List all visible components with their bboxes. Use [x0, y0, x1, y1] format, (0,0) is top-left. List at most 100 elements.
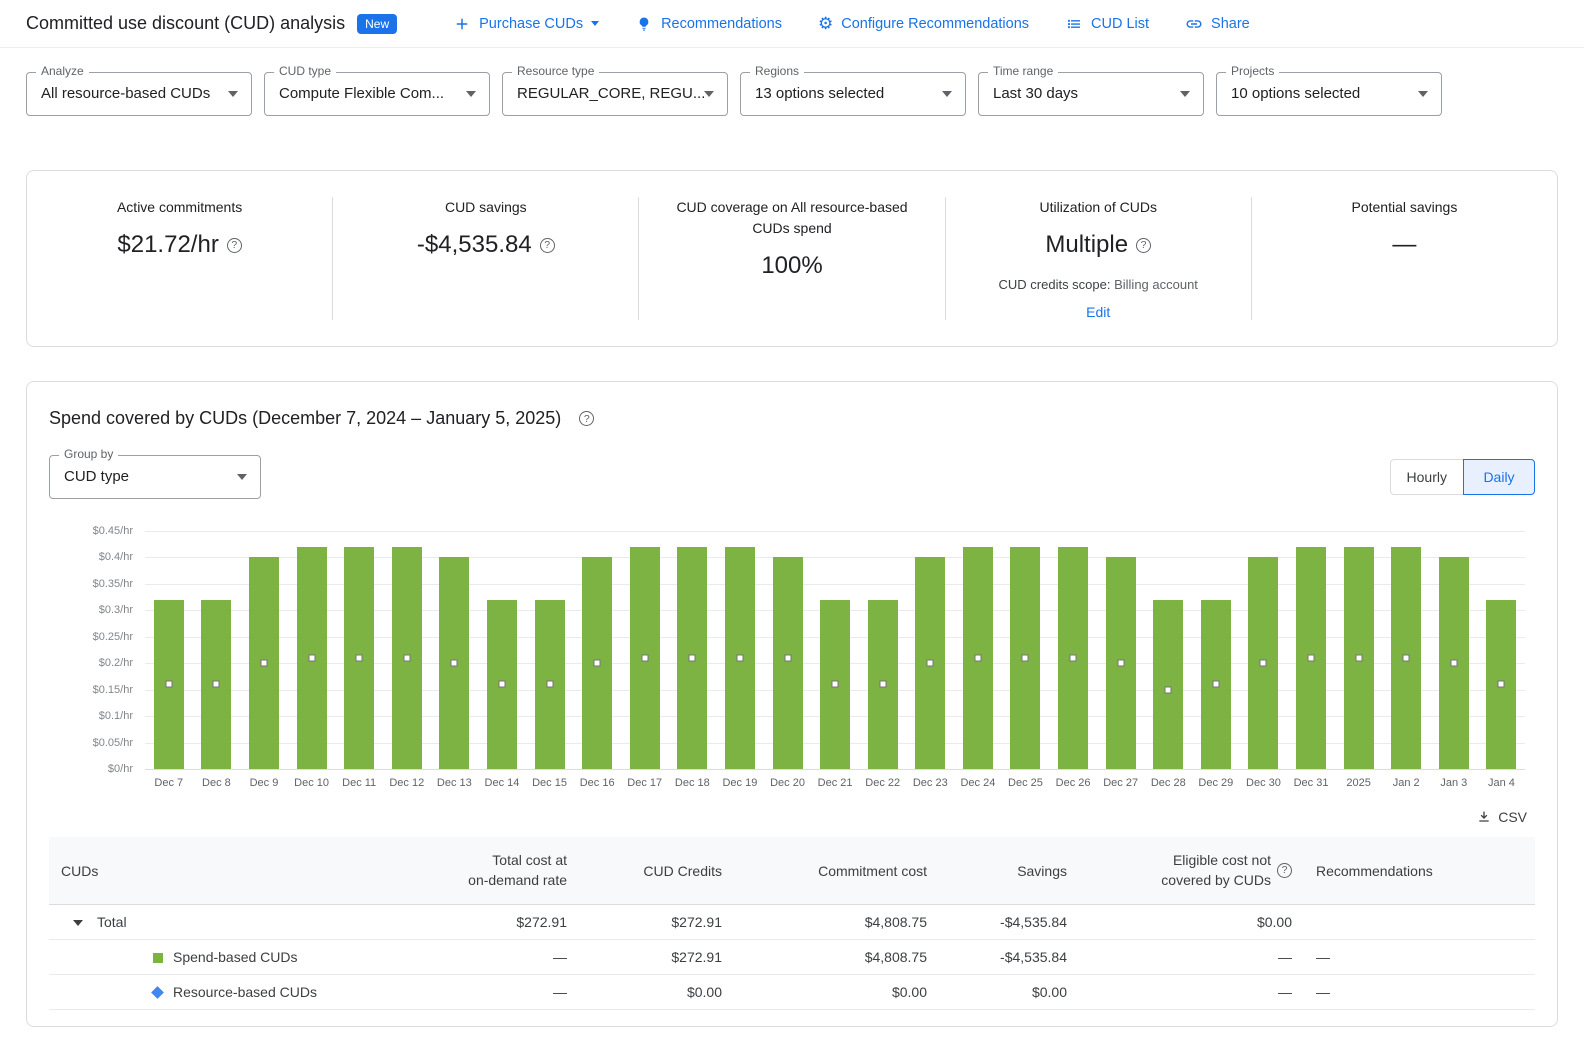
bar-dec-29[interactable]	[1192, 531, 1240, 769]
help-icon[interactable]	[1277, 863, 1292, 878]
x-tick-label: Dec 17	[621, 777, 669, 789]
group-by-select[interactable]: Group by CUD type	[49, 455, 261, 499]
bar-jan-2[interactable]	[1382, 531, 1430, 769]
bar-dec-12[interactable]	[383, 531, 431, 769]
cell: $272.91	[579, 904, 734, 939]
csv-row: CSV	[49, 805, 1535, 829]
row-label-cell: Spend-based CUDs	[49, 939, 429, 974]
column-header-total-cost-at: Total cost at on-demand rate	[429, 837, 579, 904]
filter-regions[interactable]: Regions13 options selected	[740, 72, 966, 116]
filter-bar: AnalyzeAll resource-based CUDs CUD typeCo…	[0, 48, 1584, 128]
x-tick-label: Jan 3	[1430, 777, 1478, 789]
bar-dec-7[interactable]	[145, 531, 193, 769]
x-tick-label: Dec 30	[1240, 777, 1288, 789]
point-marker	[1117, 660, 1124, 667]
cell: $272.91	[579, 939, 734, 974]
list-icon	[1065, 15, 1083, 33]
cell: $0.00	[939, 974, 1079, 1009]
point-marker	[736, 654, 743, 661]
cell: $0.00	[1079, 904, 1304, 939]
bar-dec-11[interactable]	[335, 531, 383, 769]
download-csv-button[interactable]: CSV	[1468, 805, 1535, 829]
bar-dec-27[interactable]	[1097, 531, 1145, 769]
bar-dec-16[interactable]	[573, 531, 621, 769]
lightbulb-icon	[635, 15, 653, 33]
action-purchase-cuds[interactable]: Purchase CUDs	[453, 15, 599, 33]
x-tick-label: Dec 28	[1144, 777, 1192, 789]
point-marker	[260, 660, 267, 667]
bar-dec-31[interactable]	[1287, 531, 1335, 769]
summary-value-row: $21.72/hr	[117, 231, 241, 259]
bar-dec-21[interactable]	[811, 531, 859, 769]
bar-dec-9[interactable]	[240, 531, 288, 769]
edit-link[interactable]: Edit	[1086, 304, 1110, 320]
help-icon[interactable]	[540, 238, 555, 253]
bar-dec-19[interactable]	[716, 531, 764, 769]
gear-icon: ⚙	[818, 15, 833, 32]
bar-dec-23[interactable]	[907, 531, 955, 769]
toggle-daily[interactable]: Daily	[1463, 459, 1535, 495]
bar-dec-24[interactable]	[954, 531, 1002, 769]
bar-dec-25[interactable]	[1002, 531, 1050, 769]
bar-dec-15[interactable]	[526, 531, 574, 769]
row-label-cell: Resource-based CUDs	[49, 974, 429, 1009]
point-marker	[403, 654, 410, 661]
bar-jan-3[interactable]	[1430, 531, 1478, 769]
bar-dec-28[interactable]	[1144, 531, 1192, 769]
toggle-hourly[interactable]: Hourly	[1390, 459, 1464, 495]
bar-dec-13[interactable]	[431, 531, 479, 769]
x-tick-label: Dec 12	[383, 777, 431, 789]
point-marker	[1450, 660, 1457, 667]
chart-plot-area: $0.45/hr$0.4/hr$0.35/hr$0.3/hr$0.25/hr$0…	[145, 531, 1525, 769]
filter-resource-type[interactable]: Resource typeREGULAR_CORE, REGU...	[502, 72, 728, 116]
help-icon[interactable]	[227, 238, 242, 253]
point-marker	[1212, 681, 1219, 688]
bar-dec-20[interactable]	[764, 531, 812, 769]
bar-jan-4[interactable]	[1478, 531, 1526, 769]
bar-2025[interactable]	[1335, 531, 1383, 769]
help-icon[interactable]	[579, 411, 594, 426]
filter-cud-type[interactable]: CUD typeCompute Flexible Com...	[264, 72, 490, 116]
collapse-triangle-icon[interactable]	[73, 920, 83, 926]
bar-dec-10[interactable]	[288, 531, 336, 769]
app-header: Committed use discount (CUD) analysis Ne…	[0, 0, 1584, 48]
bar-dec-30[interactable]	[1240, 531, 1288, 769]
action-configure-recommendations[interactable]: ⚙Configure Recommendations	[818, 15, 1029, 32]
bar-dec-26[interactable]	[1049, 531, 1097, 769]
action-share[interactable]: Share	[1185, 15, 1250, 33]
bar-dec-17[interactable]	[621, 531, 669, 769]
point-marker	[356, 654, 363, 661]
bar-dec-18[interactable]	[669, 531, 717, 769]
summary-active-commitments: Active commitments$21.72/hr	[27, 197, 332, 320]
cell: —	[1304, 939, 1535, 974]
y-tick-label: $0.1/hr	[99, 710, 133, 722]
help-icon[interactable]	[1136, 238, 1151, 253]
point-marker	[879, 681, 886, 688]
bar-chart: $0.45/hr$0.4/hr$0.35/hr$0.3/hr$0.25/hr$0…	[49, 531, 1535, 789]
filter-value: Compute Flexible Com...	[265, 73, 489, 115]
action-label: Purchase CUDs	[479, 16, 583, 32]
y-tick-label: $0.25/hr	[93, 631, 133, 643]
filter-projects[interactable]: Projects10 options selected	[1216, 72, 1442, 116]
action-cud-list[interactable]: CUD List	[1065, 15, 1149, 33]
filter-value: 13 options selected	[741, 73, 965, 115]
bar-dec-22[interactable]	[859, 531, 907, 769]
download-icon	[1476, 809, 1492, 825]
filter-time-range[interactable]: Time rangeLast 30 days	[978, 72, 1204, 116]
x-tick-label: Dec 31	[1287, 777, 1335, 789]
bar-dec-14[interactable]	[478, 531, 526, 769]
point-marker	[451, 660, 458, 667]
bar-dec-8[interactable]	[193, 531, 241, 769]
filter-label: CUD type	[274, 64, 336, 78]
new-badge: New	[357, 14, 397, 34]
chevron-down-icon	[466, 91, 476, 97]
column-header-recommendations: Recommendations	[1304, 837, 1535, 904]
csv-label: CSV	[1498, 809, 1527, 825]
page-title: Committed use discount (CUD) analysis	[26, 13, 345, 34]
green-square-swatch	[153, 953, 163, 963]
filter-analyze[interactable]: AnalyzeAll resource-based CUDs	[26, 72, 252, 116]
point-marker	[1308, 654, 1315, 661]
point-marker	[832, 681, 839, 688]
cell: $272.91	[429, 904, 579, 939]
action-recommendations[interactable]: Recommendations	[635, 15, 782, 33]
